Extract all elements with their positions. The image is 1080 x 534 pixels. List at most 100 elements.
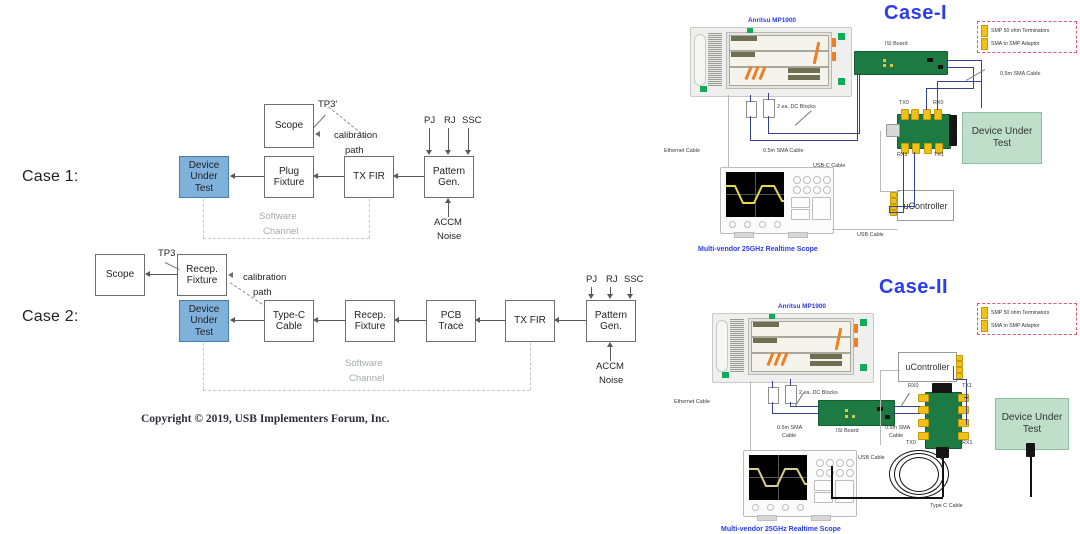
case-i-smp-rx0-b <box>934 109 942 120</box>
case-ii-type-c-cable-label: Type C Cable <box>930 503 963 509</box>
case-ii-sma-right-label-2: Cable <box>889 433 904 439</box>
legend-terminators-label-2: SMP 50 ohm Terminators <box>991 310 1050 316</box>
copyright-text: Copyright © 2019, USB Implementers Forum… <box>141 413 390 425</box>
case1-link-txfir-to-plug <box>315 176 344 178</box>
case-i-title: Case-I <box>884 2 948 24</box>
case2-block-recep-fixture-top: Recep. Fixture <box>177 254 227 296</box>
case2-scope-text: Scope <box>105 269 135 281</box>
legend-adaptor-label: SMA to SMP Adaptor <box>991 41 1040 47</box>
case-i-tx0-label: TX0 <box>899 100 909 106</box>
case-ii-ucontroller: uController <box>898 352 957 382</box>
case1-link-plug-to-dut <box>231 176 264 178</box>
case1-pattern-gen-text: Pattern Gen. <box>432 165 466 189</box>
case-i-module-1-label <box>731 36 757 41</box>
case2-block-scope: Scope <box>95 254 145 296</box>
case-i-usb-c-receptacle <box>886 124 900 137</box>
case-i-scope-waveform <box>726 185 784 204</box>
case2-calibration-label-2: path <box>253 287 272 298</box>
case2-block-tx-fir: TX FIR <box>505 300 555 342</box>
case-ii-legend: SMP 50 ohm Terminators SMA to SMP Adapto… <box>977 303 1077 335</box>
case-i-smp-tx0-a <box>901 109 909 120</box>
case-ii-chassis-vent <box>730 319 744 372</box>
case2-arrow-to-scope <box>145 271 150 277</box>
case1-accm-arrow <box>445 198 451 203</box>
case-ii-rx0-label: RX0 <box>908 383 919 389</box>
case-i-wire-rx0-down2 <box>937 81 939 110</box>
slide-canvas: Case 1: Scope TP3' calibration path Devi… <box>0 0 1080 534</box>
case1-block-plug-fixture: Plug Fixture <box>264 156 314 198</box>
case-i-instrument-caption: Anritsu MP1900 <box>748 17 796 24</box>
case-i-fixture-connector <box>949 115 957 146</box>
case2-block-recep-fixture: Recep. Fixture <box>345 300 395 342</box>
case2-pj-arrow <box>588 294 594 299</box>
case2-accm-label-2: Noise <box>599 375 624 386</box>
case-i-wire-isi-right-1 <box>946 60 982 62</box>
case-i-wire-rx0-down <box>926 88 928 110</box>
case-i-wire-isi-right-2 <box>946 67 974 69</box>
legend-terminators-label: SMP 50 ohm Terminators <box>991 28 1050 34</box>
case2-calibration-label-1: calibration <box>243 272 287 283</box>
case1-rj-label: RJ <box>444 115 456 126</box>
case-i-green-tab-4 <box>700 86 707 92</box>
case1-block-scope: Scope <box>264 104 314 148</box>
case2-link-txfir-to-pcb <box>477 320 505 322</box>
case-ii-fixture-connector-top <box>932 383 952 393</box>
case-i-usb-c-cable-label: USB-C Cable <box>813 163 846 169</box>
case-ii-dut-label: Device Under Test <box>1001 412 1063 435</box>
case1-pj-line <box>429 128 431 151</box>
case-ii-isi-board <box>818 400 895 426</box>
case-i-wire-isi-left-2 <box>859 73 861 134</box>
case2-block-pattern-gen: Pattern Gen. <box>586 300 636 342</box>
case-i-usb-cable-wire <box>832 229 897 231</box>
case1-tp3-leader <box>313 114 326 128</box>
case2-recep-fixture-text: Recep. Fixture <box>354 309 386 333</box>
case-ii-title: Case-II <box>879 276 949 298</box>
case-ii-tx0-label: TX0 <box>906 440 916 446</box>
case-i-scope-caption: Multi-vendor 25GHz Realtime Scope <box>698 246 818 253</box>
case1-plug-fixture-text: Plug Fixture <box>273 165 305 189</box>
case1-pj-label: PJ <box>424 115 436 126</box>
case-i-ethernet-wire <box>728 95 730 167</box>
case2-accm-arrow <box>607 342 613 347</box>
case1-block-tx-fir: TX FIR <box>344 156 394 198</box>
case1-dut-text: Device Under Test <box>188 159 220 194</box>
case-i-green-tab-2 <box>838 33 845 40</box>
case-i-wire-dc1-top <box>750 95 752 102</box>
case-i-isi-board-label: ISI Board <box>885 41 908 47</box>
case2-ssc-arrow <box>627 294 633 299</box>
legend-item-adaptor: SMA to SMP Adaptor <box>981 38 1073 50</box>
case2-arrow-to-recep <box>394 317 399 323</box>
smp-terminator-swatch-icon <box>981 25 988 37</box>
case-ii-sma-left-label-2: Cable <box>782 433 797 439</box>
sma-smp-adaptor-swatch-icon-2 <box>981 320 988 332</box>
case2-block-type-c-cable: Type-C Cable <box>264 300 314 342</box>
case1-ssc-label: SSC <box>462 115 482 126</box>
case1-accm-label-2: Noise <box>437 231 462 242</box>
case1-ssc-arrow <box>465 150 471 155</box>
case-ii-ethernet-cable-label: Ethernet Cable <box>674 399 710 405</box>
case2-rj-label: RJ <box>606 274 618 285</box>
case1-arrow-to-plug <box>313 173 318 179</box>
smp-terminator-swatch-icon-2 <box>981 307 988 319</box>
case-i-sma-cable-right-label: 0.5m SMA Cable <box>1000 71 1041 77</box>
case-i-wire-rx0-run <box>926 88 974 90</box>
case2-link-patgen-to-txfir <box>556 320 586 322</box>
case2-recep-fixture-top-text: Recep. Fixture <box>186 263 218 287</box>
case1-link-patgen-to-txfir <box>395 176 424 178</box>
case-ii-test-fixture-board <box>925 392 962 449</box>
case-i-ethernet-cable-label: Ethernet Cable <box>664 148 700 154</box>
case-i-tx1-label: TX1 <box>934 152 944 158</box>
case-i-wire-to-rx0 <box>981 60 983 108</box>
case2-label: Case 2: <box>22 308 79 325</box>
case-ii-chassis-handle <box>716 320 728 372</box>
case1-sw-dash-right <box>369 199 370 238</box>
case-i-green-tab-1 <box>747 28 753 33</box>
case2-tp3-label: TP3 <box>158 248 176 259</box>
case2-accm-label-1: ACCM <box>596 361 624 372</box>
case-i-wire-to-rx0b <box>973 67 975 89</box>
case1-pj-arrow <box>426 150 432 155</box>
case2-dut-text: Device Under Test <box>188 303 220 338</box>
case1-arrow-to-dut <box>230 173 235 179</box>
case-i-connector-orange-1 <box>832 38 836 47</box>
case-i-smp-tx0-b <box>911 109 919 120</box>
